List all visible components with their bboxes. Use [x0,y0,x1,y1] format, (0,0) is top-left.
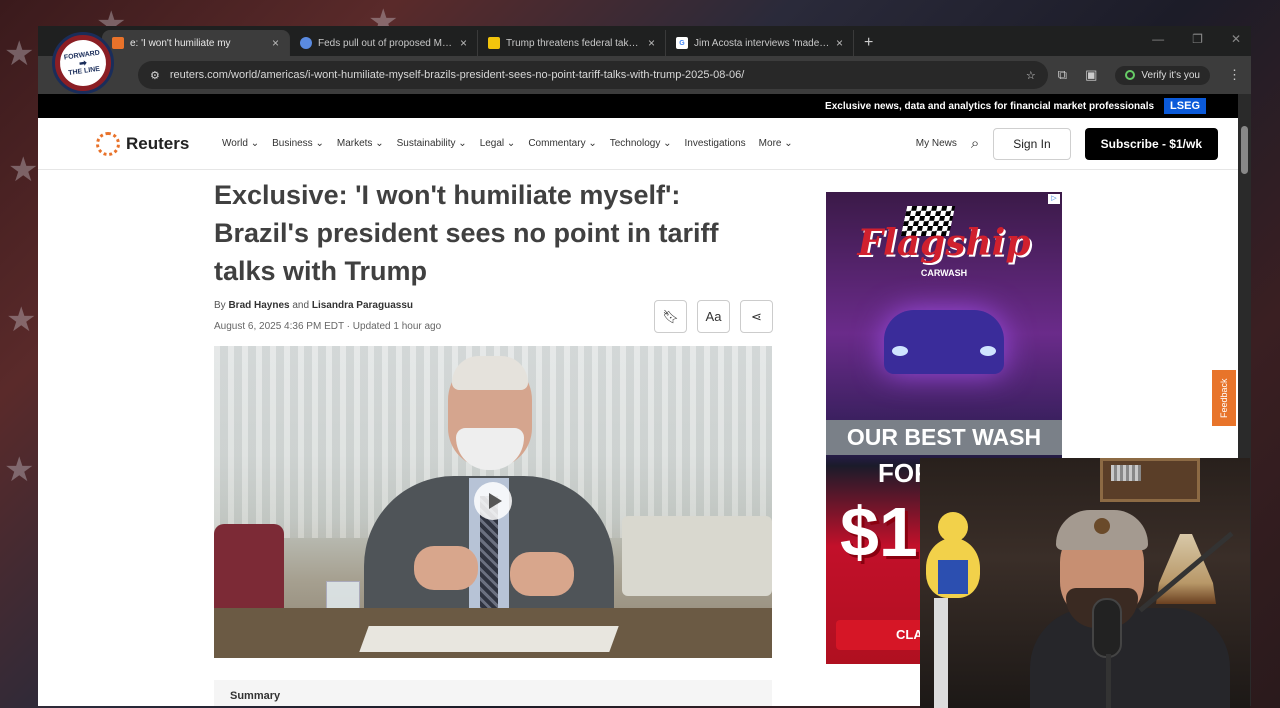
my-news-link[interactable]: My News [916,138,957,149]
photo-subject-hand [510,552,574,596]
reuters-logo-icon [96,131,120,156]
nav-more[interactable]: More ⌄ [759,138,793,149]
mic-stand [1106,654,1111,708]
tab-title: e: 'I won't humiliate my [130,37,231,49]
close-icon[interactable]: × [460,36,467,50]
bookmark-star-icon[interactable]: ☆ [1026,69,1036,82]
nav-legal[interactable]: Legal ⌄ [480,138,516,149]
nav-right: My News ⌕ Sign In Subscribe - $1/wk [916,127,1218,160]
channel-logo: FORWARD ➡ THE LINE [52,32,114,94]
nav-markets[interactable]: Markets ⌄ [337,138,384,149]
reuters-logo[interactable]: Reuters [96,131,222,156]
close-icon[interactable]: × [272,36,279,50]
byline-prefix: By [214,300,226,311]
lseg-banner[interactable]: Exclusive news, data and analytics for f… [38,94,1238,118]
photo-sofa [622,516,772,596]
channel-logo-line2: THE LINE [67,65,101,77]
photo-subject-hand [414,546,478,590]
ad-headline: OUR BEST WASH [826,420,1062,455]
author-link[interactable]: Lisandra Paraguassu [312,300,413,311]
globe-icon [300,37,312,49]
omnibox[interactable]: ⚙ reuters.com/world/americas/i-wont-humi… [138,61,1048,89]
ad-choices-icon[interactable]: ▷ [1048,194,1060,204]
tab-title: Trump threatens federal takeov [506,37,642,49]
lseg-logo[interactable]: LSEG [1164,98,1206,114]
webcam-overlay [920,458,1250,708]
tab-strip: e: 'I won't humiliate my × Feds pull out… [38,26,1251,56]
ad-car-image [884,310,1004,374]
close-icon[interactable]: × [836,36,843,50]
article-video[interactable] [214,346,772,658]
verify-label: Verify it's you [1141,69,1200,81]
microphone-icon [1092,598,1122,658]
article-header: Exclusive: 'I won't humiliate myself': B… [214,176,774,333]
close-icon[interactable]: × [648,36,655,50]
feedback-tab[interactable]: Feedback [1212,370,1236,426]
site-info-icon[interactable]: ⚙ [150,69,160,82]
nav-business[interactable]: Business ⌄ [272,138,324,149]
bookmark-icon[interactable]: 🔖︎ [654,300,687,333]
share-icon[interactable]: ⋖ [740,300,773,333]
ad-brand: Flagship [857,222,1031,264]
reuters-icon [112,37,124,49]
byline-and: and [292,300,310,311]
summary-heading: Summary [214,680,772,706]
host-cap [1056,510,1148,550]
subscribe-button[interactable]: Subscribe - $1/wk [1084,127,1218,160]
author-link[interactable]: Brad Haynes [228,300,289,311]
tab-acosta[interactable]: G Jim Acosta interviews 'made-up × [666,30,854,56]
menu-icon[interactable]: ⋮ [1228,67,1241,83]
google-icon: G [676,37,688,49]
scrollbar-thumb[interactable] [1241,126,1248,174]
tab-feds[interactable]: Feds pull out of proposed MAG × [290,30,478,56]
nav-sustainability[interactable]: Sustainability ⌄ [397,138,467,149]
tab-title: Jim Acosta interviews 'made-up [694,37,830,49]
lseg-banner-text: Exclusive news, data and analytics for f… [825,100,1155,112]
close-window-icon[interactable]: ✕ [1231,32,1241,46]
text-size-button[interactable]: Aa [697,300,730,333]
window-controls: — ❐ ✕ [1152,32,1241,46]
minimize-icon[interactable]: — [1152,32,1164,46]
framed-flag [1100,458,1200,502]
nav-links: World ⌄ Business ⌄ Markets ⌄ Sustainabil… [222,138,916,149]
tab-search-icon[interactable]: ▣ [1085,67,1097,83]
tab-trump[interactable]: Trump threatens federal takeov × [478,30,666,56]
maximize-icon[interactable]: ❐ [1192,32,1203,46]
profile-icon [1125,70,1136,80]
address-bar: ⚙ reuters.com/world/americas/i-wont-humi… [38,56,1251,94]
brand-name: Reuters [126,133,190,153]
photo-chair [214,524,284,614]
nav-technology[interactable]: Technology ⌄ [610,138,672,149]
tab-title: Feds pull out of proposed MAG [318,37,454,49]
article-tools: 🔖︎ Aa ⋖ [654,300,773,333]
photo-papers [359,626,619,652]
verify-button[interactable]: Verify it's you [1115,65,1210,85]
nav-world[interactable]: World ⌄ [222,138,259,149]
ad-subbrand: CARWASH [920,268,968,278]
figurine-stand [934,598,948,708]
extensions-icon[interactable]: ⧉ [1058,67,1067,83]
news-icon [488,37,500,49]
nav-investigations[interactable]: Investigations [685,138,746,149]
article-headline: Exclusive: 'I won't humiliate myself': B… [214,180,719,286]
rubber-duck-figurine [926,512,980,598]
host-body [1030,608,1230,708]
ad-price: $1 [840,493,918,571]
toolbar-icons: ⧉ ▣ Verify it's you ⋮ [1058,65,1241,85]
sign-in-button[interactable]: Sign In [993,127,1071,160]
play-icon[interactable] [474,482,512,520]
url-text[interactable]: reuters.com/world/americas/i-wont-humili… [170,69,1016,81]
photo-subject-hair [452,356,528,390]
search-icon[interactable]: ⌕ [971,135,979,152]
new-tab-icon[interactable]: + [854,34,883,56]
nav-commentary[interactable]: Commentary ⌄ [528,138,596,149]
tab-reuters[interactable]: e: 'I won't humiliate my × [102,30,290,56]
site-nav: Reuters World ⌄ Business ⌄ Markets ⌄ Sus… [38,118,1238,170]
